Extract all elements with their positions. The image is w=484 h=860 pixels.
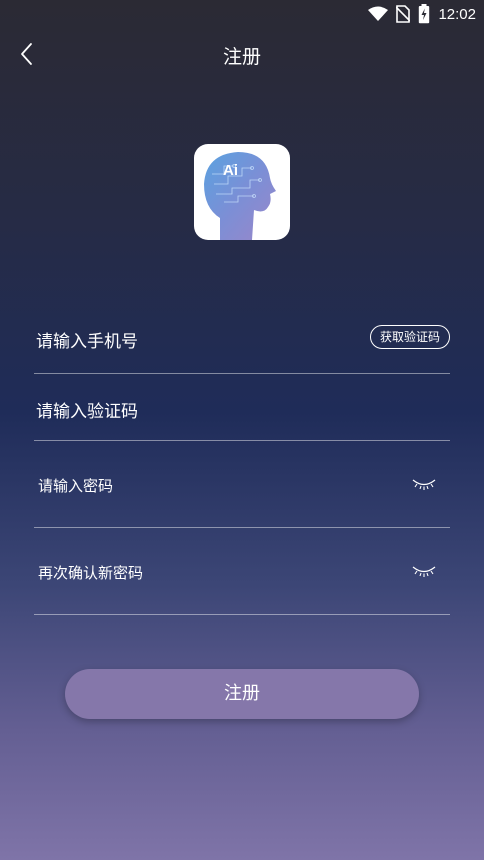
logo-text: Ai <box>223 162 238 179</box>
wifi-icon <box>368 6 389 21</box>
password-input[interactable]: 请输入密码 <box>38 475 113 496</box>
code-input[interactable]: 请输入验证码 <box>36 397 138 422</box>
phone-input[interactable]: 请输入手机号 <box>36 327 138 352</box>
page-title: 注册 <box>222 46 261 68</box>
status-bar: 12:02 <box>0 0 484 28</box>
phone-field: 请输入手机号 获取验证码 <box>34 306 450 374</box>
status-time: 12:02 <box>438 5 476 23</box>
confirm-password-field: 再次确认新密码 <box>34 528 450 615</box>
nav-bar: 注册 <box>0 28 484 80</box>
closed-eye-icon[interactable] <box>412 564 436 578</box>
ai-head-logo <box>204 152 276 240</box>
confirm-password-input[interactable]: 再次确认新密码 <box>38 562 143 583</box>
code-field: 请输入验证码 <box>34 374 450 441</box>
register-button[interactable]: 注册 <box>65 669 419 719</box>
no-sim-icon <box>396 5 411 23</box>
battery-charging-icon <box>419 4 430 24</box>
get-code-button[interactable]: 获取验证码 <box>369 325 450 349</box>
app-logo: Ai <box>194 144 290 240</box>
status-icons: 12:02 <box>368 4 476 24</box>
closed-eye-icon[interactable] <box>412 477 436 491</box>
password-field: 请输入密码 <box>34 441 450 528</box>
